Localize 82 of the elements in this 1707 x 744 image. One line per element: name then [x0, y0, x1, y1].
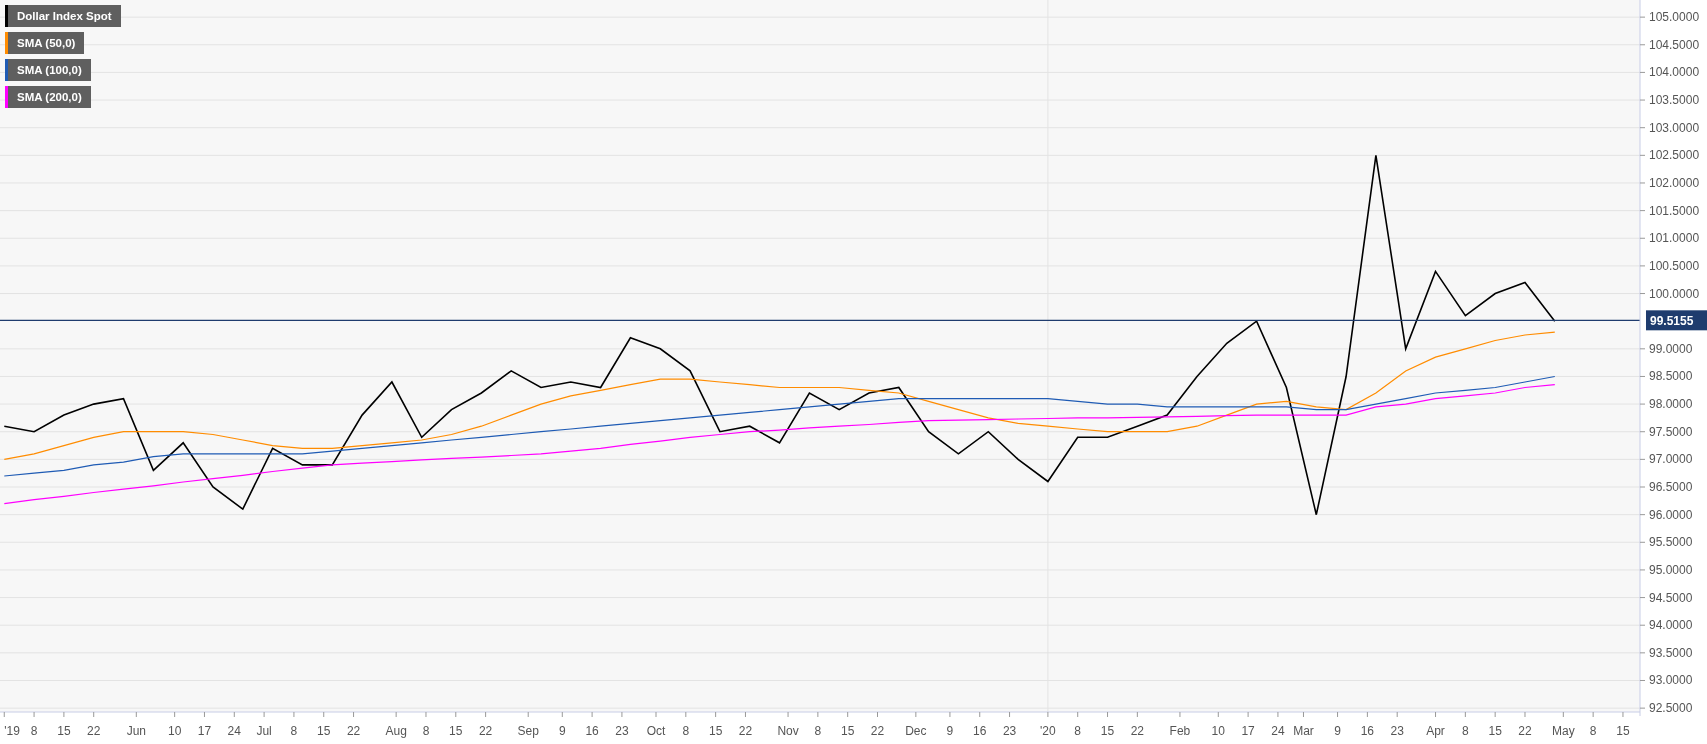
x-axis-label: Jun: [126, 724, 146, 738]
x-axis-label: 15: [1488, 724, 1502, 738]
x-axis-label: 22: [478, 724, 493, 738]
y-axis-label: 96.0000: [1649, 507, 1693, 522]
x-axis-label: 15: [1616, 724, 1630, 738]
x-axis-label: Dec: [905, 724, 927, 738]
x-axis-label: 9: [1334, 724, 1341, 738]
y-axis-label: 101.0000: [1649, 231, 1700, 246]
x-axis-label: '19: [4, 724, 20, 738]
x-axis-label: '20: [1040, 724, 1056, 738]
x-axis-label: 22: [1130, 724, 1145, 738]
x-axis-label: 17: [1241, 724, 1255, 738]
x-axis-label: 24: [1271, 724, 1285, 738]
x-axis-label: 15: [57, 724, 71, 738]
y-axis-label: 98.5000: [1649, 369, 1693, 384]
y-axis-label: 102.0000: [1649, 176, 1700, 190]
x-axis-label: 22: [738, 724, 753, 738]
y-axis-label: 97.5000: [1649, 424, 1693, 439]
legend-label: SMA (200,0): [16, 90, 83, 105]
x-axis-label: 22: [870, 724, 885, 738]
x-axis-label: 22: [1518, 724, 1532, 738]
x-axis-label: 15: [1100, 724, 1115, 738]
x-axis-label: 15: [841, 724, 855, 738]
legend-label: Dollar Index Spot: [16, 9, 113, 24]
x-axis-label: Aug: [385, 724, 407, 738]
x-axis-label: 23: [1002, 724, 1017, 738]
y-axis-label: 104.5000: [1649, 37, 1700, 52]
x-axis-label: 24: [227, 724, 241, 738]
x-axis-label: 8: [30, 724, 38, 738]
x-axis-label: 8: [814, 724, 822, 738]
x-axis-label: Sep: [517, 724, 539, 738]
y-axis-label: 99.0000: [1649, 341, 1693, 356]
x-axis-label: 16: [585, 724, 599, 738]
x-axis-label: 8: [422, 724, 430, 738]
y-axis-label: 93.5000: [1649, 645, 1693, 660]
legend-label: SMA (50,0): [16, 36, 77, 51]
x-axis-label: 9: [558, 724, 566, 738]
y-axis-label: 105.0000: [1649, 10, 1700, 25]
x-axis-label: Oct: [646, 724, 666, 738]
x-axis-label: 23: [1390, 724, 1404, 738]
x-axis-label: Jul: [256, 724, 272, 738]
x-axis-label: 15: [449, 724, 463, 738]
price-tag: 99.5155: [1646, 310, 1707, 331]
y-axis-label: 100.0000: [1649, 286, 1700, 301]
y-axis-label: 102.5000: [1649, 148, 1700, 163]
x-axis-label: 17: [197, 724, 212, 738]
legend-label: SMA (100,0): [16, 63, 83, 78]
x-axis-label: 22: [87, 724, 101, 738]
x-axis-label: 16: [973, 724, 987, 738]
y-axis-label: 92.5000: [1649, 701, 1693, 716]
y-axis-label: 94.0000: [1649, 618, 1693, 633]
x-axis-label: Apr: [1426, 724, 1445, 738]
x-axis-label: 16: [1360, 724, 1375, 738]
y-axis-label: 101.5000: [1649, 203, 1700, 218]
x-axis-label: 10: [167, 724, 182, 738]
x-axis-label: Nov: [777, 724, 799, 738]
y-axis-label: 98.0000: [1649, 397, 1693, 412]
x-axis-label: 9: [946, 724, 954, 738]
y-axis-label: 103.5000: [1649, 93, 1700, 108]
y-axis-label: 103.0000: [1649, 120, 1700, 135]
x-axis-label: 8: [1462, 724, 1469, 738]
y-axis-label: 100.5000: [1649, 258, 1700, 273]
ref-line-label: 99.5155: [1650, 314, 1694, 329]
x-axis-label: 23: [615, 724, 629, 738]
x-axis-label: Mar: [1293, 724, 1314, 738]
y-axis-label: 93.0000: [1649, 673, 1693, 688]
x-axis-label: 10: [1211, 724, 1225, 738]
y-axis-label: 94.5000: [1649, 590, 1693, 605]
x-axis-label: Feb: [1169, 724, 1191, 738]
y-axis-label: 95.5000: [1649, 535, 1693, 550]
x-axis-label: 8: [1589, 724, 1597, 738]
x-axis-label: 15: [708, 724, 723, 738]
y-axis-label: 97.0000: [1649, 452, 1693, 467]
y-axis-label: 95.0000: [1649, 562, 1693, 577]
y-axis-label: 96.5000: [1649, 480, 1693, 494]
x-axis-label: 15: [317, 724, 331, 738]
x-axis-label: 8: [1074, 724, 1082, 738]
x-axis-label: May: [1552, 724, 1575, 738]
y-axis-label: 104.0000: [1649, 65, 1700, 80]
x-axis-label: 8: [682, 724, 690, 738]
x-axis-label: 22: [346, 724, 361, 738]
x-axis-label: 8: [290, 724, 298, 738]
